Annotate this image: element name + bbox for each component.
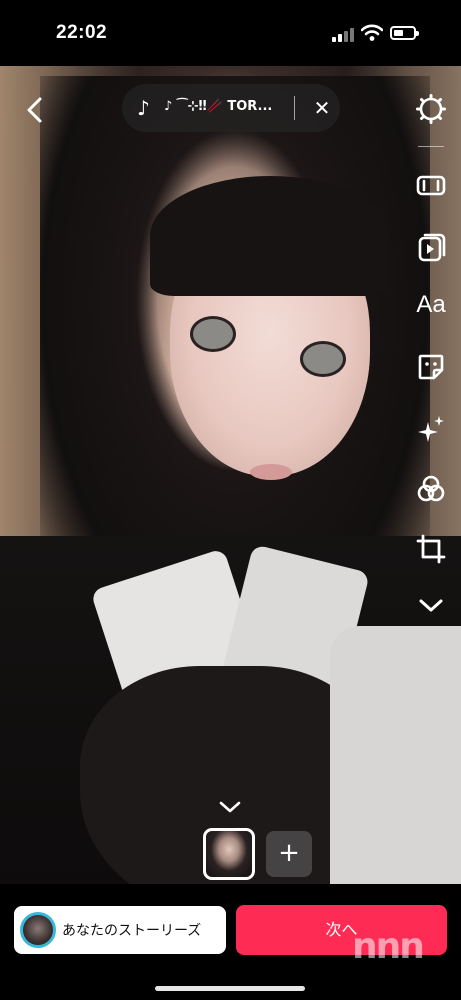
gear-icon: [416, 94, 446, 124]
watermark-logo: nnn: [352, 926, 425, 967]
editor-canvas[interactable]: [0, 66, 461, 884]
status-bar: 22:02: [0, 0, 461, 66]
media-button[interactable]: [412, 228, 450, 266]
media-icon: [418, 233, 446, 262]
home-indicator[interactable]: [155, 986, 305, 991]
avatar: [20, 912, 56, 948]
trim-icon: [416, 175, 446, 196]
battery-icon: [390, 26, 419, 40]
filter-icon: [417, 475, 445, 502]
music-title: ♪ ⁀⊹‼︎🥢 TOR...: [164, 99, 273, 114]
crop-button[interactable]: [412, 530, 450, 568]
more-tools-button[interactable]: [412, 586, 450, 624]
cellular-signal-icon: [332, 28, 354, 42]
text-button[interactable]: Aa: [412, 286, 450, 324]
text-icon: Aa: [416, 291, 446, 318]
status-time: 22:02: [56, 22, 108, 43]
filters-button[interactable]: [412, 470, 450, 508]
trim-button[interactable]: [412, 166, 450, 204]
back-button[interactable]: [18, 92, 54, 128]
sticker-icon: [418, 354, 444, 380]
crop-icon: [416, 534, 446, 564]
your-story-button[interactable]: あなたのストーリーズ: [14, 906, 226, 954]
effects-button[interactable]: [412, 410, 450, 448]
wifi-icon: [361, 24, 383, 41]
settings-button[interactable]: [412, 90, 450, 128]
your-story-label: あなたのストーリーズ: [62, 923, 202, 939]
music-selector[interactable]: ♪ ♪ ⁀⊹‼︎🥢 TOR... ✕: [122, 84, 340, 132]
chevron-up-icon[interactable]: [218, 800, 242, 814]
add-clip-button[interactable]: +: [266, 831, 312, 877]
clip-thumbnail[interactable]: [203, 828, 255, 880]
divider: [418, 146, 444, 147]
sparkle-icon: [418, 416, 444, 442]
divider: [294, 96, 295, 120]
chevron-down-icon: [419, 599, 443, 612]
music-note-icon: ♪: [137, 96, 150, 120]
close-icon[interactable]: ✕: [308, 94, 336, 122]
sticker-button[interactable]: [412, 348, 450, 386]
